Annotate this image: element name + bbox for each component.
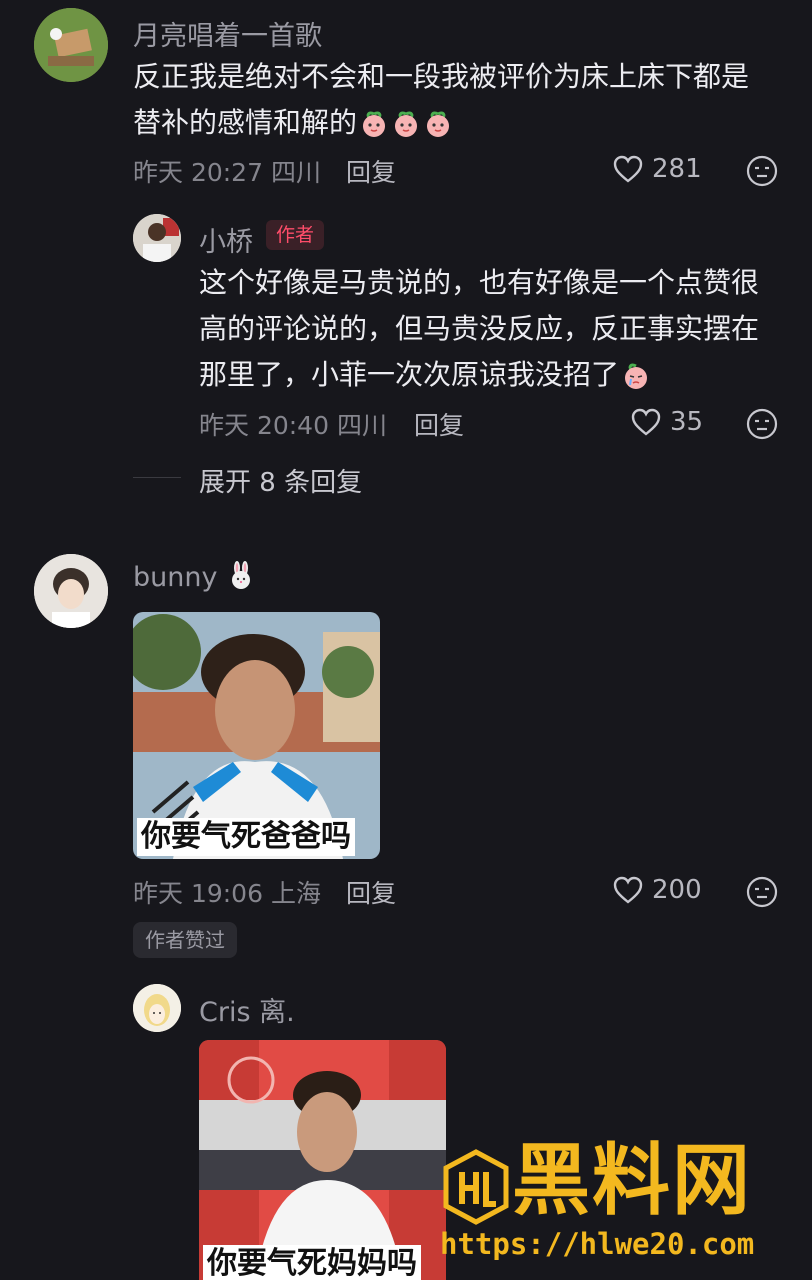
like-count: 281	[652, 154, 702, 184]
peach-emoji-icon	[427, 111, 450, 137]
avatar-image	[34, 554, 108, 628]
like-button[interactable]: 281	[612, 154, 702, 184]
comment-text-line: 反正我是绝对不会和一段我被评价为床上床下都是	[133, 60, 750, 93]
reply-text-line: 高的评论说的，但马贵没反应，反正事实摆在	[199, 312, 760, 345]
avatar[interactable]	[34, 554, 108, 628]
comment-username[interactable]: 月亮唱着一首歌	[133, 14, 322, 53]
crying-peach-emoji-icon	[625, 363, 648, 389]
author-badge: 作者	[266, 220, 325, 250]
heart-icon	[613, 155, 643, 183]
like-button[interactable]: 35	[630, 407, 703, 437]
avatar-image	[133, 214, 181, 262]
comment-time: 昨天 19:06 上海	[133, 879, 321, 908]
dislike-face-icon[interactable]	[746, 155, 778, 187]
reply-text-line: 那里了，小菲一次次原谅我没招了	[199, 358, 620, 391]
comment-username-text: bunny	[133, 562, 218, 593]
avatar[interactable]	[34, 8, 108, 82]
comment-image[interactable]: 你要气死爸爸吗	[133, 612, 380, 859]
image-caption-text: 你要气死爸爸吗	[137, 818, 355, 856]
dislike-face-icon[interactable]	[746, 408, 778, 440]
like-button[interactable]: 200	[612, 875, 702, 905]
watermark-url: https://hlwe20.com	[440, 1227, 755, 1261]
avatar[interactable]	[133, 214, 181, 262]
comment-text: 反正我是绝对不会和一段我被评价为床上床下都是 替补的感情和解的	[133, 54, 749, 146]
watermark-logo-icon	[443, 1149, 509, 1225]
image-caption: 你要气死爸爸吗	[133, 815, 380, 859]
reply-username[interactable]: Cris 离.	[199, 990, 295, 1029]
dislike-face-icon[interactable]	[746, 876, 778, 908]
reply-username[interactable]: 小桥	[199, 220, 253, 259]
expand-replies-button[interactable]: 展开 8 条回复	[199, 462, 362, 499]
heart-icon	[631, 408, 661, 436]
reply-image[interactable]: 你要气死妈妈吗	[199, 1040, 446, 1280]
image-caption: 你要气死妈妈吗	[199, 1242, 446, 1280]
reply-text-line: 这个好像是马贵说的，也有好像是一个点赞很	[199, 266, 760, 299]
avatar-image	[34, 8, 108, 82]
heart-icon	[613, 876, 643, 904]
peach-emoji-icon	[395, 111, 418, 137]
reply-button[interactable]: 回复	[414, 406, 464, 442]
reply-button[interactable]: 回复	[346, 153, 396, 189]
comment-time: 昨天 20:27 四川	[133, 158, 321, 187]
rabbit-emoji-icon	[232, 561, 251, 589]
watermark-brand: 黑料网	[512, 1136, 753, 1226]
divider	[133, 477, 181, 478]
author-liked-tag: 作者赞过	[133, 922, 237, 958]
comment-text-line: 替补的感情和解的	[133, 106, 358, 139]
image-caption-text: 你要气死妈妈吗	[203, 1245, 421, 1280]
like-count: 200	[652, 875, 702, 905]
avatar[interactable]	[133, 984, 181, 1032]
avatar-image	[133, 984, 181, 1032]
reply-text: 这个好像是马贵说的，也有好像是一个点赞很 高的评论说的，但马贵没反应，反正事实摆…	[199, 260, 759, 398]
reply-time: 昨天 20:40 四川	[199, 411, 387, 440]
like-count: 35	[670, 407, 704, 437]
comment-username[interactable]: bunny	[133, 560, 256, 593]
peach-emoji-icon	[363, 111, 386, 137]
reply-button[interactable]: 回复	[346, 874, 396, 910]
